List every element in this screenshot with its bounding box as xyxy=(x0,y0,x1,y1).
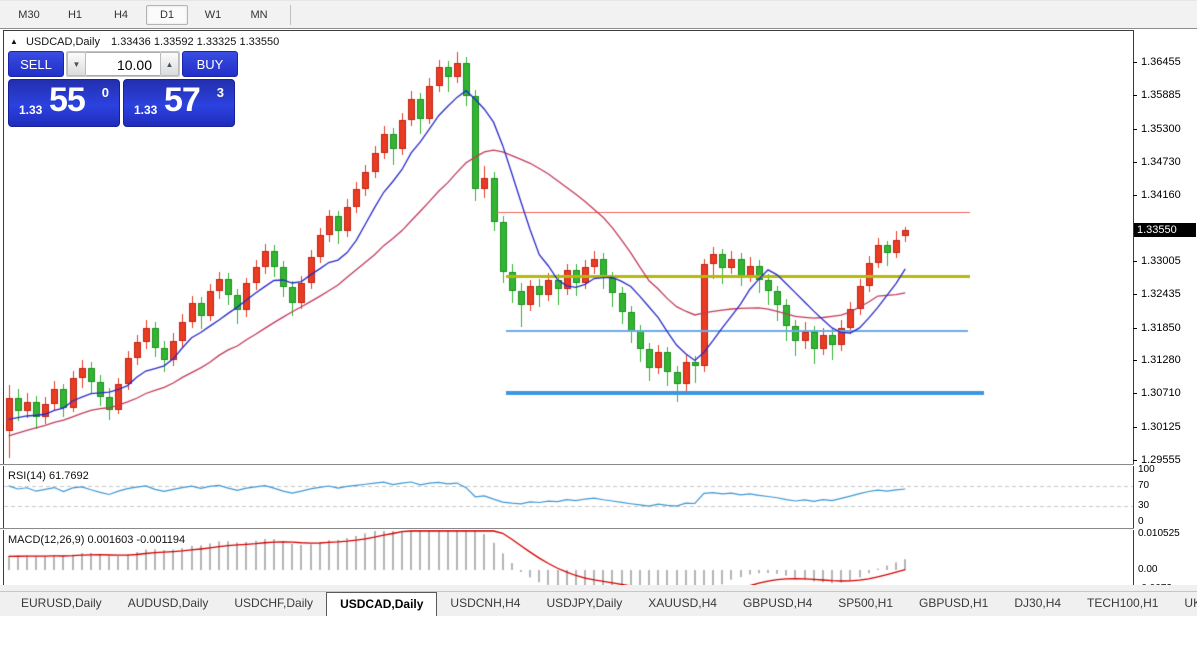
macd-axis-label: 0.010525 xyxy=(1138,528,1180,539)
buy-price-big: 57 xyxy=(164,81,200,120)
buy-price-button[interactable]: 1.33 57 3 xyxy=(123,79,235,127)
macd-axis-label: 0.00 xyxy=(1138,564,1157,575)
rsi-axis-label: 0 xyxy=(1138,516,1144,527)
price-axis-label: 1.31280 xyxy=(1141,354,1181,366)
rsi-axis-label: 100 xyxy=(1138,464,1155,475)
chart-window: ▲ USDCAD,Daily 1.33436 1.33592 1.33325 1… xyxy=(0,30,1197,615)
price-axis-tick xyxy=(1133,95,1137,96)
sell-price-sup: 0 xyxy=(102,85,109,100)
chart-tab-gbpusd-h4[interactable]: GBPUSD,H4 xyxy=(730,592,825,616)
rsi-indicator-chart[interactable] xyxy=(4,466,1133,527)
sell-price-big: 55 xyxy=(49,81,85,120)
macd-label: MACD(12,26,9) 0.001603 -0.001194 xyxy=(8,534,185,546)
chart-tab-sp500-h1[interactable]: SP500,H1 xyxy=(825,592,906,616)
volume-spinner: ▼ 10.00 ▲ xyxy=(66,51,180,77)
price-axis-tick xyxy=(1133,261,1137,262)
timeframe-button-w1[interactable]: W1 xyxy=(192,5,234,25)
chart-tab-usdchf-daily[interactable]: USDCHF,Daily xyxy=(221,592,326,616)
ohlc-readout: 1.33436 1.33592 1.33325 1.33550 xyxy=(111,36,279,48)
price-axis-label: 1.31850 xyxy=(1141,322,1181,334)
volume-input[interactable]: 10.00 xyxy=(86,52,160,76)
price-axis-tick xyxy=(1133,294,1137,295)
chart-tab-dj30-h4[interactable]: DJ30,H4 xyxy=(1001,592,1074,616)
chart-tab-usdcad-daily[interactable]: USDCAD,Daily xyxy=(326,592,437,616)
rsi-label: RSI(14) 61.7692 xyxy=(8,470,89,482)
price-axis-tick xyxy=(1133,427,1137,428)
timeframe-bar: M30H1H4D1W1MN xyxy=(6,5,282,25)
sell-price-prefix: 1.33 xyxy=(19,103,42,117)
current-price-tag: 1.33550 xyxy=(1134,223,1196,237)
mt4-window: M30H1H4D1W1MN ▲ USDCAD,Daily 1.33436 1.3… xyxy=(0,0,1197,646)
price-axis-label: 1.34730 xyxy=(1141,156,1181,168)
chart-tab-audusd-daily[interactable]: AUDUSD,Daily xyxy=(115,592,222,616)
price-axis-label: 1.35885 xyxy=(1141,89,1181,101)
sell-button[interactable]: SELL xyxy=(8,51,64,77)
buy-button[interactable]: BUY xyxy=(182,51,238,77)
toolbar-separator xyxy=(290,5,291,25)
buy-price-sup: 3 xyxy=(217,85,224,100)
timeframe-toolbar: M30H1H4D1W1MN xyxy=(0,0,1197,29)
buy-price-prefix: 1.33 xyxy=(134,103,157,117)
timeframe-button-mn[interactable]: MN xyxy=(238,5,280,25)
timeframe-button-h4[interactable]: H4 xyxy=(100,5,142,25)
chart-tab-eurusd-daily[interactable]: EURUSD,Daily xyxy=(8,592,115,616)
price-axis-tick xyxy=(1133,62,1137,63)
chart-tab-tech100-h1[interactable]: TECH100,H1 xyxy=(1074,592,1171,616)
price-axis-label: 1.30710 xyxy=(1141,387,1181,399)
price-axis-tick xyxy=(1133,162,1137,163)
chart-title: ▲ USDCAD,Daily 1.33436 1.33592 1.33325 1… xyxy=(10,36,279,48)
chart-tab-gbpusd-h1[interactable]: GBPUSD,H1 xyxy=(906,592,1001,616)
price-axis-tick xyxy=(1133,195,1137,196)
chart-tab-ukoil-[interactable]: UKOil, xyxy=(1171,592,1197,616)
chart-tab-xauusd-h4[interactable]: XAUUSD,H4 xyxy=(635,592,730,616)
rsi-axis-label: 70 xyxy=(1138,480,1149,491)
timeframe-button-h1[interactable]: H1 xyxy=(54,5,96,25)
price-axis-tick xyxy=(1133,460,1137,461)
timeframe-button-d1[interactable]: D1 xyxy=(146,5,188,25)
rsi-axis-label: 30 xyxy=(1138,500,1149,511)
price-axis-label: 1.35300 xyxy=(1141,123,1181,135)
price-axis-label: 1.34160 xyxy=(1141,189,1181,201)
price-axis-tick xyxy=(1133,393,1137,394)
volume-increase-button[interactable]: ▲ xyxy=(160,52,179,76)
volume-decrease-button[interactable]: ▼ xyxy=(67,52,86,76)
one-click-trading-panel: SELL ▼ 10.00 ▲ BUY 1.33 55 0 1.33 57 3 xyxy=(8,51,238,127)
price-axis-label: 1.36455 xyxy=(1141,56,1181,68)
chart-tab-usdcnh-h4[interactable]: USDCNH,H4 xyxy=(437,592,533,616)
timeframe-button-m30[interactable]: M30 xyxy=(8,5,50,25)
chart-tab-bar: EURUSD,DailyAUDUSD,DailyUSDCHF,DailyUSDC… xyxy=(0,591,1197,616)
price-axis-tick xyxy=(1133,129,1137,130)
chart-tab-usdjpy-daily[interactable]: USDJPY,Daily xyxy=(533,592,635,616)
price-axis-divider xyxy=(1133,30,1134,595)
collapse-triangle-icon[interactable]: ▲ xyxy=(10,37,18,46)
price-axis-tick xyxy=(1133,360,1137,361)
sell-price-button[interactable]: 1.33 55 0 xyxy=(8,79,120,127)
price-axis-tick xyxy=(1133,328,1137,329)
price-axis-label: 1.32435 xyxy=(1141,288,1181,300)
price-axis-label: 1.33005 xyxy=(1141,255,1181,267)
symbol-title: USDCAD,Daily xyxy=(26,36,100,48)
price-axis-label: 1.30125 xyxy=(1141,421,1181,433)
